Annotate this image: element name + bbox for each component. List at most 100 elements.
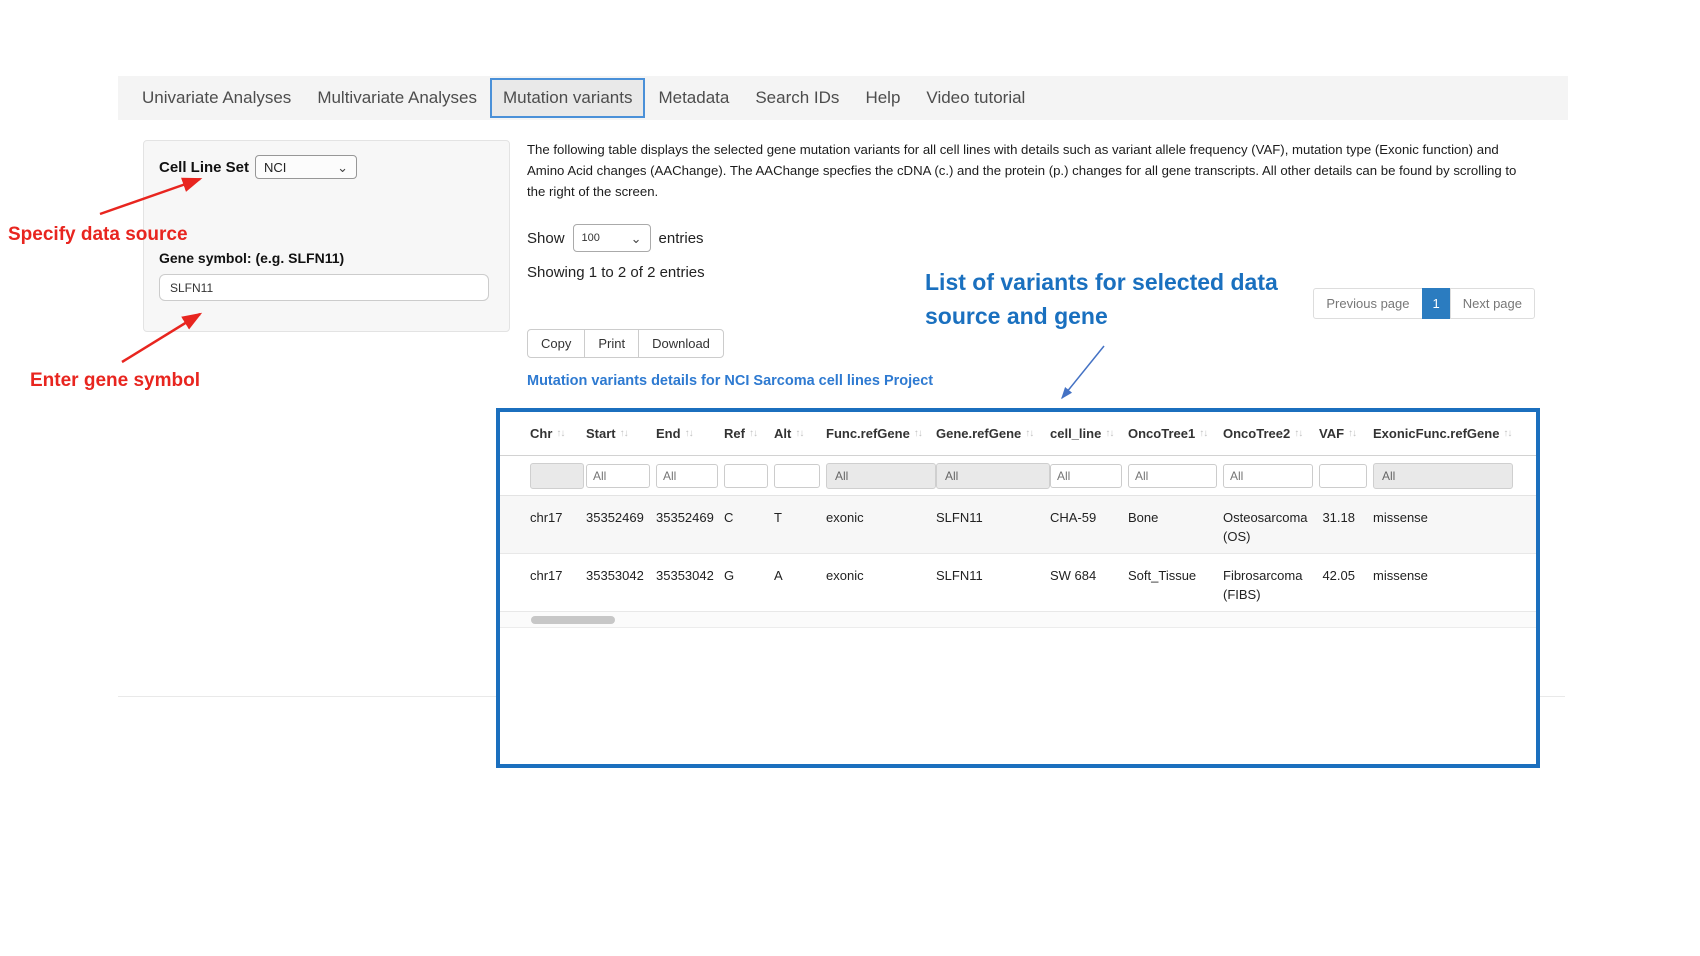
column-header-oncotree1[interactable]: OncoTree1↑↓ xyxy=(1128,426,1223,441)
cell-ref: G xyxy=(724,554,774,611)
table-row[interactable]: chr17 35353042 35353042 G A exonic SLFN1… xyxy=(500,554,1536,612)
cell-gene-refgene: SLFN11 xyxy=(936,496,1050,553)
cell-cell-line: CHA-59 xyxy=(1050,496,1128,553)
cell-oncotree1: Bone xyxy=(1128,496,1223,553)
annotation-list-of-variants: List of variants for selected data sourc… xyxy=(925,265,1278,333)
column-header-start[interactable]: Start↑↓ xyxy=(586,426,656,441)
filter-oncotree2[interactable] xyxy=(1223,464,1313,488)
column-label: cell_line xyxy=(1050,426,1101,441)
filter-gene-refgene[interactable]: All xyxy=(936,463,1050,489)
tab-mutation-variants[interactable]: Mutation variants xyxy=(490,78,645,118)
scrollbar-thumb[interactable] xyxy=(531,616,615,624)
filter-start[interactable] xyxy=(586,464,650,488)
column-label: ExonicFunc.refGene xyxy=(1373,426,1499,441)
column-label: Alt xyxy=(774,426,791,441)
cell-cell-line: SW 684 xyxy=(1050,554,1128,611)
show-entries-control: Show 100 ⌄ entries xyxy=(527,224,704,252)
gene-symbol-label: Gene symbol: (e.g. SLFN11) xyxy=(159,250,344,266)
annotation-specify-data-source: Specify data source xyxy=(8,224,188,246)
sort-icon: ↑↓ xyxy=(1025,428,1033,439)
filter-func-refgene[interactable]: All xyxy=(826,463,936,489)
filter-vaf[interactable] xyxy=(1319,464,1367,488)
gene-symbol-input[interactable] xyxy=(159,274,489,301)
cell-chr: chr17 xyxy=(530,554,586,611)
cell-alt: A xyxy=(774,554,826,611)
chevron-down-icon: ⌄ xyxy=(631,232,642,245)
column-label: OncoTree2 xyxy=(1223,426,1290,441)
filter-cell-line[interactable] xyxy=(1050,464,1122,488)
column-header-oncotree2[interactable]: OncoTree2↑↓ xyxy=(1223,426,1319,441)
table-row[interactable]: chr17 35352469 35352469 C T exonic SLFN1… xyxy=(500,496,1536,554)
previous-page-button[interactable]: Previous page xyxy=(1313,288,1422,319)
annotation-line-2: source and gene xyxy=(925,299,1278,333)
download-button[interactable]: Download xyxy=(638,329,724,358)
sort-icon: ↑↓ xyxy=(1348,428,1356,439)
filter-oncotree1[interactable] xyxy=(1128,464,1217,488)
table-filter-row: All All All xyxy=(500,456,1536,496)
entries-per-page-select[interactable]: 100 ⌄ xyxy=(573,224,651,252)
cell-func-refgene: exonic xyxy=(826,496,936,553)
print-button[interactable]: Print xyxy=(584,329,639,358)
sort-icon: ↑↓ xyxy=(556,428,564,439)
column-label: Chr xyxy=(530,426,552,441)
column-label: Gene.refGene xyxy=(936,426,1021,441)
copy-button[interactable]: Copy xyxy=(527,329,585,358)
cell-ref: C xyxy=(724,496,774,553)
column-header-chr[interactable]: Chr ↑↓ xyxy=(530,426,586,441)
page: Univariate Analyses Multivariate Analyse… xyxy=(0,0,1700,956)
horizontal-scrollbar[interactable] xyxy=(500,612,1536,628)
cell-line-set-value: NCI xyxy=(264,160,286,175)
entries-per-page-value: 100 xyxy=(582,232,600,244)
column-label: Start xyxy=(586,426,616,441)
current-page-indicator[interactable]: 1 xyxy=(1422,288,1451,319)
column-label: Func.refGene xyxy=(826,426,910,441)
column-header-gene-refgene[interactable]: Gene.refGene ↑↓ xyxy=(936,426,1050,441)
sort-icon: ↑↓ xyxy=(1503,428,1511,439)
table-header-row: Chr↑↓ Start↑↓ End↑↓ Ref↑↓ Alt↑↓ Func.ref… xyxy=(500,412,1536,456)
table-title-link[interactable]: Mutation variants details for NCI Sarcom… xyxy=(527,373,933,389)
export-button-group: Copy Print Download xyxy=(527,329,724,358)
entries-label: entries xyxy=(659,230,704,247)
annotation-line-1: List of variants for selected data xyxy=(925,265,1278,299)
tab-metadata[interactable]: Metadata xyxy=(645,77,742,119)
filter-end[interactable] xyxy=(656,464,718,488)
tab-multivariate-analyses[interactable]: Multivariate Analyses xyxy=(304,77,490,119)
filter-chr[interactable] xyxy=(530,463,584,489)
next-page-button[interactable]: Next page xyxy=(1450,288,1535,319)
cell-gene-refgene: SLFN11 xyxy=(936,554,1050,611)
filter-alt[interactable] xyxy=(774,464,820,488)
column-header-end[interactable]: End↑↓ xyxy=(656,426,724,441)
cell-start: 35352469 xyxy=(586,496,656,553)
tab-search-ids[interactable]: Search IDs xyxy=(742,77,852,119)
column-label: Ref xyxy=(724,426,745,441)
cell-start: 35353042 xyxy=(586,554,656,611)
filter-exonicfunc-refgene[interactable]: All xyxy=(1373,463,1513,489)
sort-icon: ↑↓ xyxy=(749,428,757,439)
column-label: VAF xyxy=(1319,426,1344,441)
showing-status: Showing 1 to 2 of 2 entries xyxy=(527,264,705,281)
column-header-exonicfunc-refgene[interactable]: ExonicFunc.refGene ↑↓ xyxy=(1373,426,1513,441)
column-header-alt[interactable]: Alt↑↓ xyxy=(774,426,826,441)
column-label: OncoTree1 xyxy=(1128,426,1195,441)
column-label: End xyxy=(656,426,681,441)
cell-chr: chr17 xyxy=(530,496,586,553)
tab-video-tutorial[interactable]: Video tutorial xyxy=(913,77,1038,119)
blue-arrow-variants xyxy=(1062,346,1104,398)
cell-oncotree2: Osteosarcoma (OS) xyxy=(1223,496,1319,553)
cell-exonicfunc-refgene: missense xyxy=(1373,496,1513,553)
column-header-cell-line[interactable]: cell_line↑↓ xyxy=(1050,426,1128,441)
column-header-ref[interactable]: Ref ↑↓ xyxy=(724,426,774,441)
filter-ref[interactable] xyxy=(724,464,768,488)
column-header-func-refgene[interactable]: Func.refGene↑↓ xyxy=(826,426,936,441)
cell-vaf: 31.18 xyxy=(1319,496,1373,553)
column-header-vaf[interactable]: VAF ↑↓ xyxy=(1319,426,1373,441)
pagination: Previous page 1 Next page xyxy=(1313,288,1535,319)
cell-line-set-label: Cell Line Set xyxy=(159,159,249,176)
tab-help[interactable]: Help xyxy=(852,77,913,119)
cell-line-set-select[interactable]: NCI ⌄ xyxy=(255,155,357,179)
chevron-down-icon: ⌄ xyxy=(337,161,348,174)
cell-exonicfunc-refgene: missense xyxy=(1373,554,1513,611)
tab-univariate-analyses[interactable]: Univariate Analyses xyxy=(129,77,304,119)
show-label: Show xyxy=(527,230,565,247)
variants-table: Chr↑↓ Start↑↓ End↑↓ Ref↑↓ Alt↑↓ Func.ref… xyxy=(496,408,1540,768)
